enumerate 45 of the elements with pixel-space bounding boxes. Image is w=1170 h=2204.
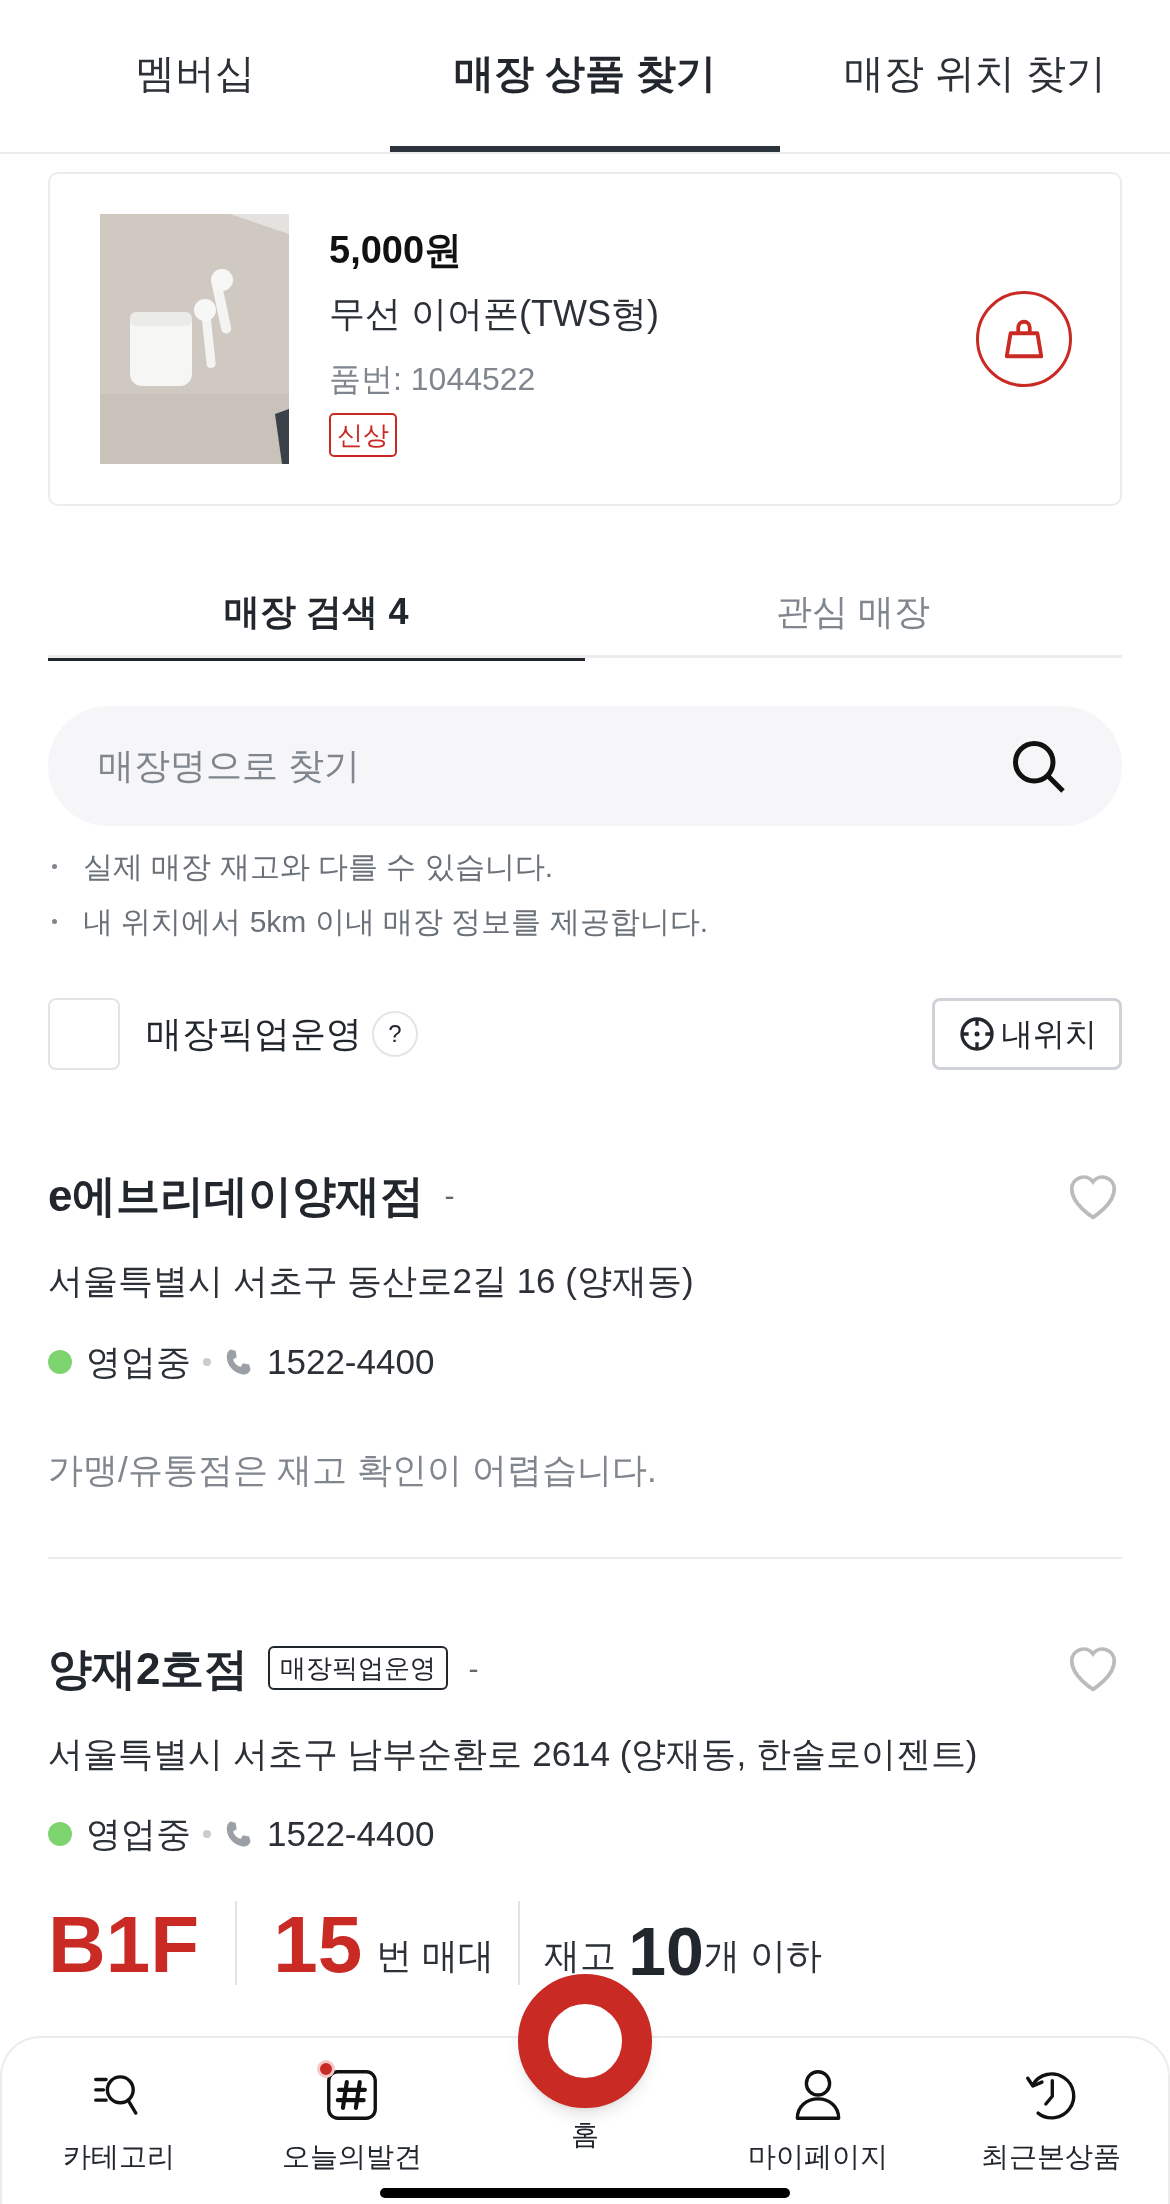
stock-notice: 가맹/유통점은 재고 확인이 어렵습니다.	[48, 1449, 658, 1491]
store-search-field[interactable]: 매장명으로 찾기	[48, 706, 1122, 826]
product-name: 무선 이어폰(TWS형)	[329, 291, 659, 336]
nav-item[interactable]: 최근본상품	[934, 2060, 1168, 2178]
store-address: 서울특별시 서초구 남부순환로 2614 (양재동, 한솔로이젠트)	[48, 1732, 979, 1775]
shopping-bag-button[interactable]	[976, 291, 1072, 387]
store-name: 양재2호점	[48, 1642, 249, 1695]
nav-label: 최근본상품	[981, 2140, 1122, 2174]
nav-label: 오늘의발견	[281, 2140, 422, 2174]
top-tab[interactable]: 멤버십	[0, 0, 390, 152]
store-status: 영업중	[86, 1813, 191, 1855]
store-dash: -	[444, 1178, 455, 1214]
top-tab[interactable]: 매장 상품 찾기	[390, 0, 780, 152]
product-price: 5,000원	[329, 227, 464, 273]
notice-text: 실제 매장 재고와 다를 수 있습니다.	[83, 849, 553, 885]
store-status: 영업중	[86, 1340, 191, 1383]
product-number: 품번: 1044522	[329, 359, 537, 399]
stand-number: 15	[273, 1904, 363, 1985]
stock-suffix: 개 이하	[703, 1933, 822, 1978]
my-location-button[interactable]: 내위치	[932, 998, 1122, 1070]
crosshair-icon	[957, 1014, 997, 1054]
store-pickup-tag: 매장픽업운영	[268, 1646, 449, 1690]
nav-item[interactable]: 마이페이지	[701, 2060, 935, 2178]
store-name: e에브리데이양재점	[48, 1170, 425, 1222]
store-phone[interactable]: 1522-4400	[267, 1808, 435, 1861]
floor-label: B1F	[48, 1904, 200, 1985]
new-tag: 신상	[329, 412, 397, 457]
stock-count: 10	[628, 1916, 704, 1985]
nav-item[interactable]: 카테고리	[2, 2060, 236, 2178]
store-phone[interactable]: 1522-4400	[267, 1335, 435, 1388]
notice-text: 내 위치에서 5km 이내 매장 정보를 제공합니다.	[83, 904, 709, 940]
store-tab[interactable]: 매장 검색 4	[48, 566, 585, 661]
pickup-label: 매장픽업운영	[146, 1012, 362, 1056]
nav-label: 홈	[571, 2118, 599, 2152]
help-button[interactable]: ?	[372, 1011, 418, 1057]
stand-label: 번 매대	[376, 1933, 495, 1978]
store-tab[interactable]: 관심 매장	[585, 566, 1122, 661]
stock-label: 재고	[544, 1933, 617, 1978]
nav-label: 마이페이지	[748, 2140, 889, 2174]
nav-item[interactable]: 오늘의발견	[235, 2060, 469, 2178]
top-tab[interactable]: 매장 위치 찾기	[780, 0, 1170, 152]
pickup-checkbox[interactable]	[48, 998, 120, 1070]
store-dash: -	[468, 1650, 479, 1687]
store-address: 서울특별시 서초구 동산로2길 16 (양재동)	[48, 1260, 695, 1302]
nav-label: 카테고리	[62, 2140, 175, 2174]
